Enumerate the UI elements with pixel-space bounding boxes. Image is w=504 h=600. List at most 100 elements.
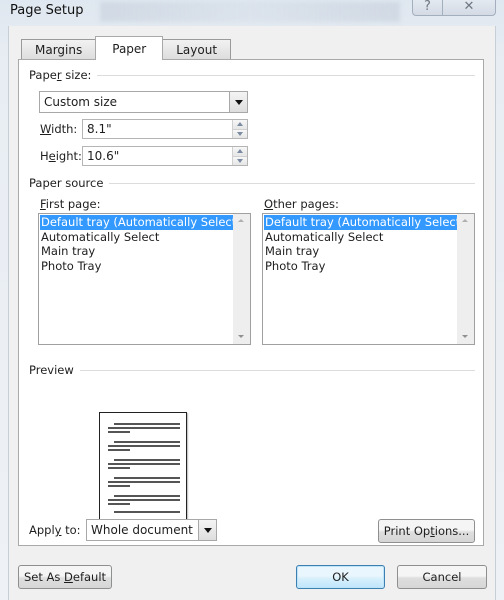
other-pages-label: Other pages: [264,197,339,211]
up-arrow-icon [237,149,243,154]
height-spinner[interactable]: 10.6" [82,146,248,166]
list-item[interactable]: Automatically Select [264,230,457,245]
label-part: Appl [29,523,55,537]
width-label: Width: [40,122,77,136]
preview-text-line [108,485,130,487]
scrollbar[interactable] [233,214,250,344]
preview-text-line [114,459,180,461]
preview-label: Preview [29,363,74,377]
set-as-default-button[interactable]: Set As Default [18,565,112,589]
spin-arrows [232,147,247,165]
preview-text-line [108,467,130,469]
spin-arrows [232,120,247,138]
height-input[interactable]: 10.6" [83,147,232,165]
group-divider [97,74,475,76]
increment-button[interactable] [233,147,247,156]
up-arrow-icon [237,122,243,127]
decrement-button[interactable] [233,155,247,165]
label-part: idth: [51,122,78,136]
list-item[interactable]: Automatically Select [40,230,233,245]
decrement-button[interactable] [233,128,247,138]
paper-size-label: Paper size: [29,68,91,82]
preview-text-line [114,441,180,443]
list-item[interactable]: Default tray (Automatically Select) [264,215,465,230]
accelerator-key: W [40,122,52,136]
dropdown-button[interactable] [229,92,247,112]
dropdown-button[interactable] [198,520,216,540]
label-part: size: [61,68,92,82]
other-pages-listbox[interactable]: Default tray (Automatically Select) Autom… [262,213,475,345]
tab-layout[interactable]: Layout [162,39,232,60]
down-arrow-icon [237,131,243,136]
group-divider [109,182,475,184]
paper-source-group-label: Paper source [29,176,475,190]
paper-size-dropdown[interactable]: Custom size [39,91,248,113]
page-preview-thumbnail [99,412,187,523]
page-setup-dialog: Page Setup ? ✕ Margins Paper Layout Pape… [0,0,504,600]
width-spinner[interactable]: 8.1" [82,119,248,139]
scroll-down-icon[interactable] [238,335,244,338]
print-options-button[interactable]: Print Op t ions... [378,519,475,543]
label-part: H [40,149,49,163]
width-input[interactable]: 8.1" [83,120,232,138]
scroll-up-icon[interactable] [462,219,468,222]
scroll-down-icon[interactable] [462,335,468,338]
label-part: to: [61,523,81,537]
preview-group-label: Preview [29,363,475,377]
label-part: Print Op [383,524,431,538]
label-part: ther pages: [273,197,339,211]
accelerator-key: O [264,197,274,211]
preview-text-line [108,431,130,433]
list-item[interactable]: Photo Tray [264,259,457,274]
tab-margins[interactable]: Margins [21,39,97,60]
title-bar: Page Setup ? ✕ [0,0,504,26]
preview-text-line [108,481,180,483]
label-part: ions... [434,524,470,538]
list-item[interactable]: Default tray (Automatically Select) [40,215,241,230]
tab-paper[interactable]: Paper [95,36,164,60]
label-part: irst page: [45,197,101,211]
preview-text-line [114,477,180,479]
listbox-items: Default tray (Automatically Select) Autom… [40,215,241,274]
apply-to-label: Apply to: [29,523,81,537]
scrollbar[interactable] [457,214,474,344]
chevron-down-icon [234,99,243,105]
preview-text-line [114,495,180,497]
list-item[interactable]: Main tray [264,244,457,259]
preview-text-line [108,463,180,465]
dialog-client: Margins Paper Layout Paper size: Custom … [8,26,496,600]
accelerator-key: e [48,149,56,163]
help-icon: ? [424,0,431,14]
tab-strip: Margins Paper Layout [21,36,232,60]
preview-text-line [114,511,180,513]
preview-text-line [108,499,180,501]
paper-size-group-label: Paper size: [29,68,475,82]
label-part: efault [72,570,107,584]
cancel-button[interactable]: Cancel [397,565,487,589]
help-button[interactable]: ? [413,0,442,15]
first-page-listbox[interactable]: Default tray (Automatically Select) Autom… [38,213,251,345]
ok-button[interactable]: OK [296,565,385,589]
paper-source-label: Paper source [29,176,104,190]
list-item[interactable]: Photo Tray [40,259,233,274]
listbox-items: Default tray (Automatically Select) Autom… [264,215,465,274]
label-part: ight: [55,149,82,163]
apply-to-dropdown[interactable]: Whole document [86,519,217,541]
list-item[interactable]: Main tray [40,244,233,259]
caption-buttons: ? ✕ [412,0,496,16]
background-ribbon-blur [100,2,400,22]
height-label: Height: [40,149,82,163]
preview-text-line [108,445,180,447]
group-divider [79,369,475,371]
scroll-up-icon[interactable] [238,219,244,222]
increment-button[interactable] [233,120,247,129]
close-button[interactable]: ✕ [441,0,495,15]
preview-text-line [108,503,130,505]
paper-tab-panel: Paper size: Custom size Width: 8.1" Heig… [18,59,484,546]
preview-text-line [108,449,130,451]
paper-size-value: Custom size [44,95,118,109]
label-part: Pape [29,68,57,82]
close-icon: ✕ [463,0,475,14]
preview-text-line [114,423,180,425]
chevron-down-icon [203,527,212,533]
